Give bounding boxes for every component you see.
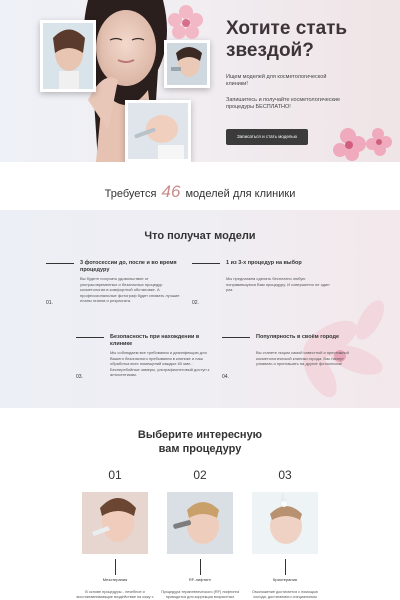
procedure-name: Криотерапия (273, 577, 297, 582)
benefit-title: Безопасность при нахождении в клинике (110, 334, 200, 347)
cherry-blossom-icon (168, 5, 203, 39)
photo-3-image (128, 103, 188, 159)
benefit-divider (76, 337, 104, 338)
benefit-number: 01. (46, 300, 53, 306)
benefit-divider (222, 337, 250, 338)
hero-subtitle: Ищем моделей для косметологической клини… (226, 74, 327, 87)
procedure-description: Процедура терапевтического (RF) лифтинга… (160, 590, 240, 599)
benefit-number: 04. (222, 374, 229, 380)
procedure-divider (114, 559, 116, 575)
procedure-image (167, 492, 233, 554)
procedure-card-mesotherapy[interactable]: 01 Мезотерапия В основе процедуры - лече… (76, 468, 153, 600)
procedure-number: 03 (278, 468, 292, 482)
procedure-divider (284, 559, 286, 575)
cherry-blossom-icon (303, 300, 384, 398)
benefits-section: Что получат модели 3 фотосессии до, посл… (0, 210, 400, 408)
procedure-number: 01 (108, 468, 122, 482)
count-prefix: Требуется (104, 188, 157, 200)
photo-frame-1 (40, 20, 96, 92)
procedures-title-line-1: Выберите интересную (137, 429, 263, 441)
signup-button[interactable]: Записаться и стать моделью (226, 129, 308, 145)
procedure-image (82, 492, 148, 554)
procedures-title-line-2: вам процедуру (158, 443, 242, 455)
procedure-name: Мезотерапия (102, 577, 128, 582)
procedure-description: Омоложение достигается с помощью холода,… (252, 590, 318, 599)
procedure-name: RF-лифтинг (188, 577, 212, 582)
procedure-card-rf-lifting[interactable]: 02 RF-лифтинг Процедура терапевтического… (161, 468, 239, 600)
benefit-description: Вы будете получать удовольствие от ультр… (80, 276, 180, 303)
benefit-number: 02. (192, 300, 199, 306)
photo-2-image (167, 43, 207, 85)
hero-section: Хотите стать звездой? Ищем моделей для к… (0, 0, 400, 162)
photo-1-image (43, 23, 93, 89)
benefit-description: Мы предлагаем сделать бесплатно любую по… (226, 276, 330, 292)
procedure-divider (199, 559, 201, 575)
photo-frame-3 (125, 100, 191, 162)
cherry-blossom-icon (333, 128, 392, 161)
benefit-title: Популярность в своём городе (256, 334, 340, 340)
benefit-title: 1 из 3-х процедур на выбор (226, 260, 302, 266)
procedure-card-cryotherapy[interactable]: 03 Криотерапия Омоложение достигается с … (252, 468, 318, 600)
count-suffix: моделей для клиники (185, 188, 296, 200)
models-count-heading: Требуется 46 моделей для клиники (0, 182, 400, 202)
procedure-image (252, 492, 318, 554)
benefit-description: Вы станете лицом самой известной и прест… (256, 350, 349, 366)
benefit-title: 3 фотосессии до, после и во время процед… (80, 260, 177, 273)
benefit-description: Мы соблюдаем все требования и дезинфекци… (110, 350, 210, 377)
benefits-title: Что получат модели (144, 230, 256, 242)
count-number: 46 (161, 182, 181, 201)
benefit-number: 03. (76, 374, 83, 380)
benefit-divider (46, 263, 74, 264)
procedures-section: Выберите интересную вам процедуру 01 Мез… (0, 408, 400, 600)
models-count-section: Требуется 46 моделей для клиники (0, 162, 400, 210)
procedure-number: 02 (193, 468, 207, 482)
procedures-title: Выберите интересную вам процедуру (0, 428, 400, 456)
hero-title: Хотите стать звездой? (226, 18, 348, 61)
hero-offer-text: Запишитесь и получайте косметологические… (226, 97, 341, 110)
photo-frame-2 (164, 40, 210, 88)
procedure-description: В основе процедуры - лечебное и восстана… (76, 590, 154, 599)
benefit-divider (192, 263, 220, 264)
